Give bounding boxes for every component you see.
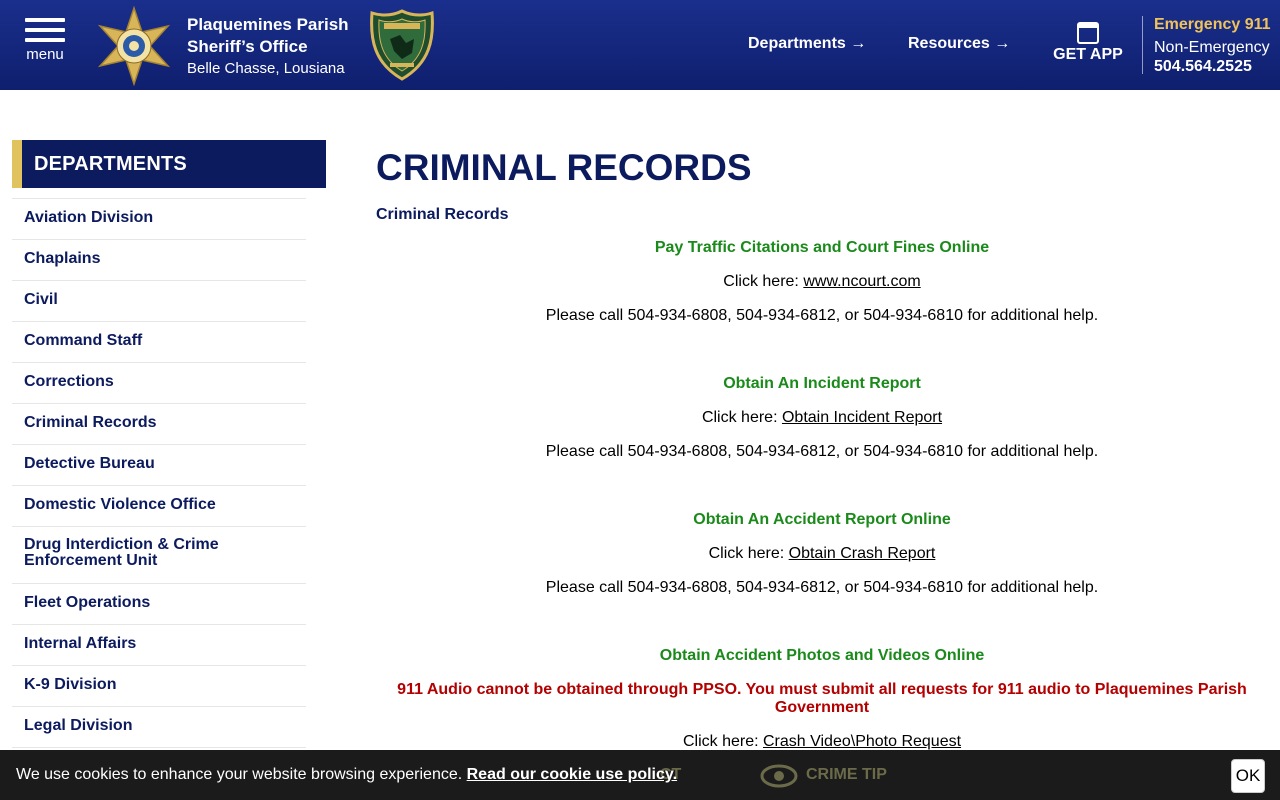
nav-departments[interactable]: Departments → — [748, 34, 866, 54]
section-click-line: Click here: Crash Video\Photo Request — [376, 733, 1268, 751]
click-prefix: Click here: — [701, 409, 782, 426]
page-title: CRIMINAL RECORDS — [376, 147, 752, 188]
sidebar-department-list: Aviation Division Chaplains Civil Comman… — [12, 198, 306, 748]
sheriff-star-logo-icon[interactable] — [94, 6, 174, 86]
audio-notice: 911 Audio cannot be obtained through PPS… — [397, 681, 1247, 716]
cookie-text: We use cookies to enhance your website b… — [16, 766, 467, 783]
site-header: menu Plaquemines Parish Sheriff’s Office… — [0, 0, 1280, 90]
sidebar-item-fleet-operations[interactable]: Fleet Operations — [12, 584, 306, 625]
section-heading-accident-report: Obtain An Accident Report Online — [693, 511, 951, 528]
section-help-text: Please call 504-934-6808, 504-934-6812, … — [545, 579, 1099, 596]
sidebar-item-label: Drug Interdiction & Crime — [24, 536, 219, 553]
click-prefix: Click here: — [682, 733, 763, 750]
cookie-banner: CT CRIME TIP We use cookies to enhance y… — [0, 750, 1280, 800]
sidebar-item-drug-interdiction[interactable]: Drug Interdiction & Crime Enforcement Un… — [12, 527, 306, 584]
section-heading-traffic-citations: Pay Traffic Citations and Court Fines On… — [654, 239, 990, 256]
sidebar-item-label: Domestic Violence Office — [24, 496, 216, 513]
hamburger-icon — [25, 28, 65, 32]
sidebar-item-label: K-9 Division — [24, 676, 117, 693]
sidebar-item-detective-bureau[interactable]: Detective Bureau — [12, 445, 306, 486]
sidebar-item-aviation-division[interactable]: Aviation Division — [12, 199, 306, 240]
mobile-phone-icon — [1077, 22, 1099, 44]
brand-line-1: Plaquemines Parish — [187, 15, 349, 34]
section-heading-accident-photos: Obtain Accident Photos and Videos Online — [659, 647, 985, 664]
crash-video-photo-link[interactable]: Crash Video\Photo Request — [763, 733, 961, 750]
sidebar-item-label: Civil — [24, 291, 58, 308]
sidebar-item-label: Fleet Operations — [24, 594, 151, 611]
sidebar-item-k9-division[interactable]: K-9 Division — [12, 666, 306, 707]
sidebar-item-label-line2: Enforcement Unit — [24, 552, 158, 569]
section-help-text: Please call 504-934-6808, 504-934-6812, … — [545, 443, 1099, 460]
sidebar-title: DEPARTMENTS — [34, 153, 187, 175]
section-help-text: Please call 504-934-6808, 504-934-6812, … — [545, 307, 1099, 324]
section-click-line: Click here: www.ncourt.com — [376, 273, 1268, 291]
sidebar-item-label: Internal Affairs — [24, 635, 137, 652]
sidebar-item-civil[interactable]: Civil — [12, 281, 306, 322]
sidebar-item-label: Detective Bureau — [24, 455, 155, 472]
brand-line-2: Sheriff’s Office — [187, 37, 308, 56]
sidebar-item-label: Command Staff — [24, 332, 143, 349]
breadcrumb[interactable]: Criminal Records — [376, 206, 508, 224]
incident-report-link[interactable]: Obtain Incident Report — [782, 409, 942, 426]
cookie-policy-link[interactable]: Read our cookie use policy. — [467, 766, 677, 783]
sidebar-item-internal-affairs[interactable]: Internal Affairs — [12, 625, 306, 666]
hamburger-icon — [25, 38, 65, 42]
cookie-message: We use cookies to enhance your website b… — [16, 766, 677, 784]
get-app-label: GET APP — [1053, 46, 1123, 63]
sheriff-shield-badge-icon — [370, 9, 434, 81]
footer-crime-tip-ghost: CRIME TIP — [806, 766, 887, 783]
non-emergency-label: Non-Emergency — [1154, 39, 1270, 56]
sidebar-item-chaplains[interactable]: Chaplains — [12, 240, 306, 281]
brand-line-3: Belle Chasse, Lousiana — [187, 60, 345, 77]
section-heading-incident-report: Obtain An Incident Report — [723, 375, 921, 392]
menu-button[interactable]: menu — [22, 18, 68, 68]
ncourt-link[interactable]: www.ncourt.com — [803, 273, 920, 290]
sidebar-item-label: Chaplains — [24, 250, 101, 267]
brand-name[interactable]: Plaquemines Parish Sheriff’s Office Bell… — [187, 14, 349, 80]
sidebar-title-bar: DEPARTMENTS — [12, 140, 326, 188]
header-divider — [1142, 16, 1143, 74]
sidebar-item-legal-division[interactable]: Legal Division — [12, 707, 306, 748]
eye-icon — [760, 764, 798, 788]
emergency-contact: Emergency 911 Non-Emergency 504.564.2525 — [1154, 15, 1271, 75]
sidebar-item-corrections[interactable]: Corrections — [12, 363, 306, 404]
sidebar-item-label: Aviation Division — [24, 209, 154, 226]
emergency-911-label[interactable]: Emergency 911 — [1154, 15, 1271, 35]
non-emergency-phone[interactable]: 504.564.2525 — [1154, 59, 1271, 75]
sidebar-item-label: Legal Division — [24, 717, 133, 734]
sidebar-item-criminal-records[interactable]: Criminal Records — [12, 404, 306, 445]
click-prefix: Click here: — [723, 273, 804, 290]
sidebar-item-command-staff[interactable]: Command Staff — [12, 322, 306, 363]
crash-report-link[interactable]: Obtain Crash Report — [789, 545, 936, 562]
section-click-line: Click here: Obtain Crash Report — [376, 545, 1268, 563]
section-click-line: Click here: Obtain Incident Report — [376, 409, 1268, 427]
cookie-ok-button[interactable]: OK — [1231, 759, 1265, 793]
sidebar-item-label: Corrections — [24, 373, 114, 390]
nav-resources[interactable]: Resources → — [908, 34, 1010, 54]
sidebar-item-label: Criminal Records — [24, 414, 157, 431]
get-app-button[interactable]: GET APP — [1052, 22, 1124, 64]
click-prefix: Click here: — [708, 545, 789, 562]
menu-label: menu — [26, 46, 64, 63]
hamburger-icon — [25, 18, 65, 22]
sidebar-item-domestic-violence-office[interactable]: Domestic Violence Office — [12, 486, 306, 527]
